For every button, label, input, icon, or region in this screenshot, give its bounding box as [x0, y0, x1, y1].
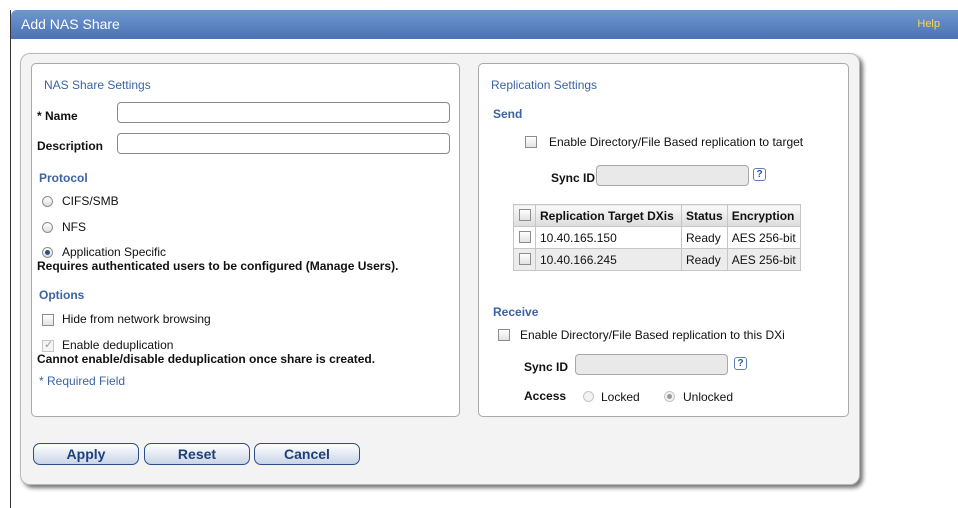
- protocol-nfs-label: NFS: [62, 220, 86, 234]
- protocol-application-label: Application Specific: [62, 245, 167, 259]
- help-link[interactable]: Help: [917, 18, 940, 30]
- window-title: Add NAS Share: [21, 16, 120, 32]
- access-locked-label: Locked: [601, 390, 640, 404]
- protocol-application-radio[interactable]: [42, 247, 53, 258]
- replication-settings-panel: Replication Settings Send Enable Directo…: [478, 63, 849, 417]
- column-header-target: Replication Target DXis: [535, 204, 682, 227]
- row-select-cell: [513, 226, 536, 249]
- receive-heading: Receive: [493, 305, 539, 319]
- description-field[interactable]: [117, 133, 450, 154]
- send-enable-checkbox[interactable]: [525, 136, 537, 148]
- table-row[interactable]: 10.40.166.245 Ready AES 256-bit: [513, 248, 801, 271]
- target-cell: 10.40.166.245: [535, 248, 682, 271]
- row-select-cell: [513, 248, 536, 271]
- hide-browsing-checkbox[interactable]: [42, 314, 54, 326]
- deduplication-note: Cannot enable/disable deduplication once…: [37, 352, 376, 366]
- description-label: Description: [37, 139, 104, 153]
- required-field-note: * Required Field: [39, 374, 126, 388]
- access-unlocked-label: Unlocked: [683, 390, 734, 404]
- send-enable-label: Enable Directory/File Based replication …: [549, 135, 804, 149]
- replication-targets-table: Replication Target DXis Status Encryptio…: [513, 204, 801, 271]
- select-all-cell: [513, 204, 536, 227]
- options-heading: Options: [39, 288, 85, 302]
- protocol-cifs-label: CIFS/SMB: [62, 194, 119, 208]
- send-heading: Send: [493, 107, 523, 121]
- nas-settings-title: NAS Share Settings: [44, 78, 151, 92]
- send-sync-id-label: Sync ID: [551, 171, 596, 185]
- receive-sync-help-icon[interactable]: ?: [734, 357, 747, 370]
- receive-sync-id-label: Sync ID: [524, 360, 569, 374]
- deduplication-label: Enable deduplication: [62, 338, 174, 352]
- receive-enable-checkbox[interactable]: [498, 329, 510, 341]
- encryption-cell: AES 256-bit: [726, 248, 801, 271]
- protocol-heading: Protocol: [39, 171, 88, 185]
- encryption-cell: AES 256-bit: [726, 226, 801, 249]
- replication-settings-title: Replication Settings: [491, 78, 598, 92]
- cancel-button[interactable]: Cancel: [254, 443, 360, 465]
- name-label: * Name: [37, 109, 78, 123]
- select-all-checkbox[interactable]: [519, 209, 531, 221]
- window-title-bar: Add NAS Share Help: [11, 10, 958, 39]
- access-label: Access: [524, 389, 567, 403]
- row-checkbox[interactable]: [519, 253, 531, 265]
- application-note: Requires authenticated users to be confi…: [37, 259, 399, 273]
- table-header-row: Replication Target DXis Status Encryptio…: [513, 204, 801, 227]
- column-header-status: Status: [681, 204, 728, 227]
- access-locked-radio[interactable]: [583, 391, 594, 402]
- reset-button[interactable]: Reset: [144, 443, 250, 465]
- table-row[interactable]: 10.40.165.150 Ready AES 256-bit: [513, 226, 801, 249]
- target-cell: 10.40.165.150: [535, 226, 682, 249]
- hide-browsing-label: Hide from network browsing: [62, 312, 211, 326]
- protocol-cifs-radio[interactable]: [42, 196, 53, 207]
- nas-share-settings-panel: NAS Share Settings * Name Description Pr…: [31, 63, 460, 417]
- send-sync-id-field[interactable]: [596, 165, 749, 186]
- protocol-nfs-radio[interactable]: [42, 222, 53, 233]
- add-nas-share-dialog: NAS Share Settings * Name Description Pr…: [20, 53, 860, 485]
- status-cell: Ready: [681, 248, 728, 271]
- access-unlocked-radio[interactable]: [664, 391, 675, 402]
- column-header-encryption: Encryption: [726, 204, 801, 227]
- row-checkbox[interactable]: [519, 231, 531, 243]
- receive-enable-label: Enable Directory/File Based replication …: [520, 328, 785, 342]
- status-cell: Ready: [681, 226, 728, 249]
- name-field[interactable]: [117, 102, 450, 123]
- window-left-border: [10, 10, 11, 508]
- apply-button[interactable]: Apply: [33, 443, 139, 465]
- deduplication-checkbox[interactable]: [42, 338, 54, 352]
- receive-sync-id-field[interactable]: [575, 354, 728, 375]
- send-sync-help-icon[interactable]: ?: [753, 168, 766, 181]
